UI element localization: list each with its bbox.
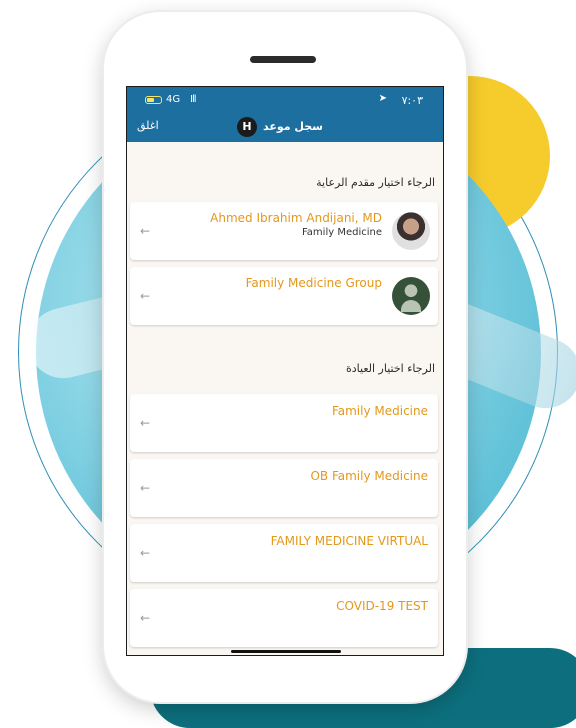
location-arrow-icon: ➤ [378,93,387,104]
arrow-left-icon: ← [140,224,151,238]
arrow-left-icon: ← [140,416,151,430]
clinic-card-covid-19-test[interactable]: ← COVID-19 TEST [130,589,438,647]
battery-icon [145,96,162,104]
page-title: سجل موعد [263,120,323,133]
clinic-name: Family Medicine [331,404,428,418]
clinic-name: COVID-19 TEST [336,599,428,613]
network-label: 4G [166,94,181,105]
status-time: ٧:٠٣ [401,94,423,107]
clinic-name: OB Family Medicine [310,469,428,483]
clinic-name: FAMILY MEDICINE VIRTUAL [270,534,428,548]
clinic-section-header: الرجاء اختيار العيادة [127,332,443,394]
clinic-card-ob-family-medicine[interactable]: ← OB Family Medicine [130,459,438,517]
phone-speaker [250,56,316,63]
close-button[interactable]: اغلق [137,119,159,132]
arrow-left-icon: ← [140,289,151,303]
signal-icon: Ill [190,94,196,105]
group-avatar-icon [392,277,430,315]
provider-card-family-medicine-group[interactable]: ← Family Medicine Group [130,267,438,325]
app-header: 4G Ill ➤ ٧:٠٣ اغلق H سجل موعد [127,87,443,142]
clinic-section-title: الرجاء اختيار العيادة [346,362,435,375]
clinic-card-family-medicine[interactable]: ← Family Medicine [130,394,438,452]
status-bar: 4G Ill ➤ ٧:٠٣ [127,87,443,113]
clinic-card-family-medicine-virtual[interactable]: ← FAMILY MEDICINE VIRTUAL [130,524,438,582]
provider-card-ahmed-andijani[interactable]: ← Ahmed Ibrahim Andijani, MD Family Medi… [130,202,438,260]
provider-section-header: الرجاء اختيار مقدم الرعاية [127,142,443,202]
avatar: H [237,117,257,137]
arrow-left-icon: ← [140,611,151,625]
provider-name: Family Medicine Group [245,276,382,290]
phone-mockup: 4G Ill ➤ ٧:٠٣ اغلق H سجل موعد الرجاء اخت… [104,12,466,702]
provider-name: Ahmed Ibrahim Andijani, MD [210,211,382,225]
provider-section-title: الرجاء اختيار مقدم الرعاية [316,176,435,189]
arrow-left-icon: ← [140,546,151,560]
phone-screen: 4G Ill ➤ ٧:٠٣ اغلق H سجل موعد الرجاء اخت… [126,86,444,656]
provider-specialty: Family Medicine [301,227,382,238]
home-indicator [231,650,341,653]
doctor-photo [392,212,430,250]
arrow-left-icon: ← [140,481,151,495]
